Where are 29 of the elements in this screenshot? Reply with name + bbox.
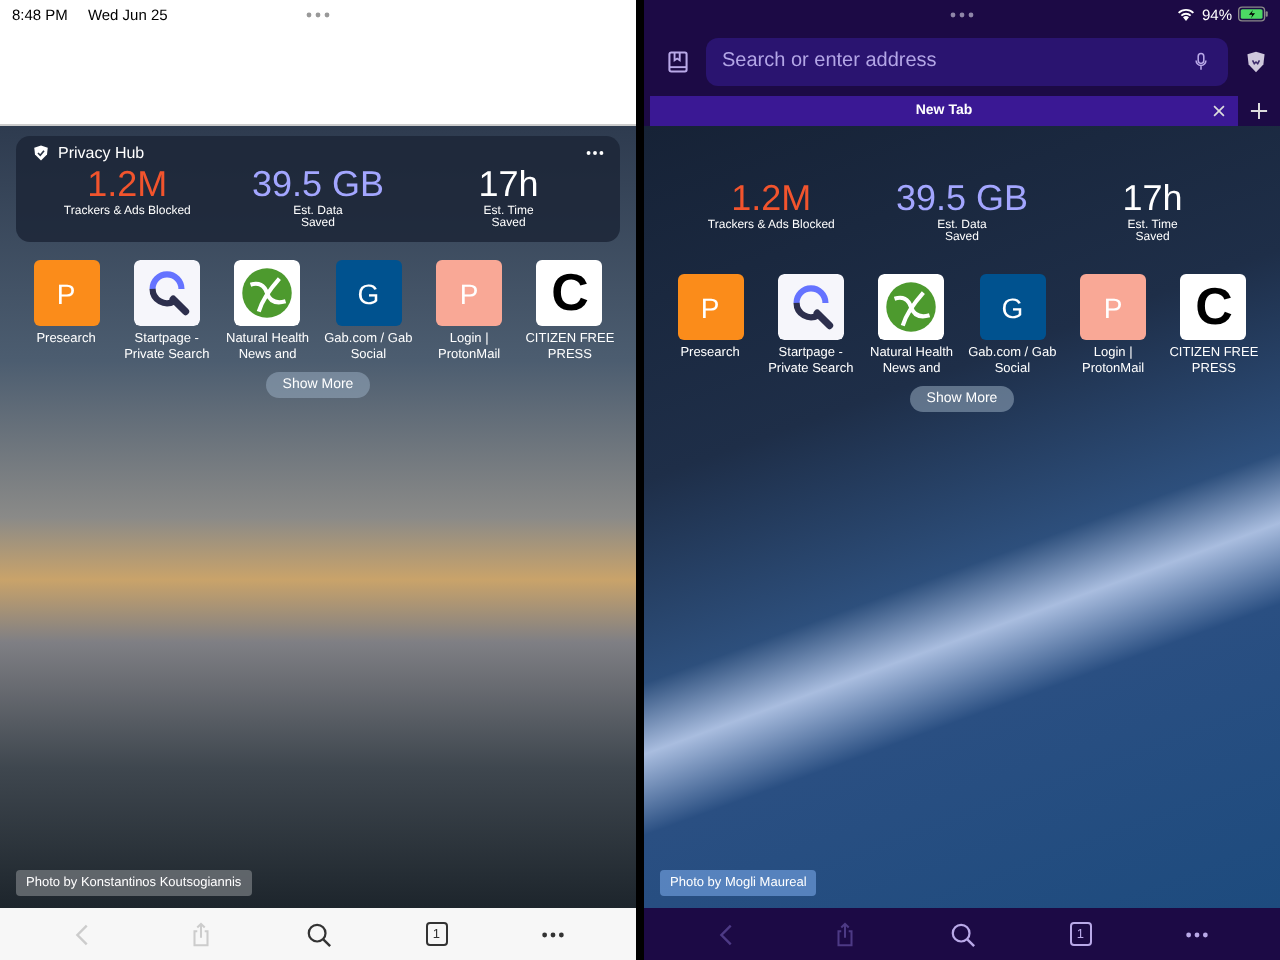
battery-icon — [1238, 6, 1268, 22]
privacy-hub-title: Privacy Hub — [58, 144, 147, 162]
magnifier-logo-icon[interactable] — [777, 274, 844, 340]
globe-logo-icon[interactable] — [234, 260, 301, 326]
stat-value: 1.2M — [87, 162, 168, 205]
bookmarks-icon[interactable] — [666, 49, 690, 73]
microphone-icon[interactable] — [1194, 51, 1208, 71]
search-icon[interactable] — [306, 921, 333, 947]
stat-value: 17h — [1122, 176, 1183, 219]
lion-shield-icon[interactable] — [1244, 49, 1268, 73]
stat-value: 17h — [478, 162, 539, 205]
favorite-tile[interactable]: G — [335, 260, 402, 326]
address-field[interactable]: Search or enter address — [706, 37, 1228, 85]
magnifier-logo-icon[interactable] — [133, 260, 200, 326]
multitask-handle-icon[interactable] — [306, 11, 330, 17]
favorite-tile[interactable]: G — [979, 274, 1046, 340]
stat-value: 39.5 GB — [895, 176, 1028, 219]
favorite-tile[interactable]: C — [536, 260, 603, 326]
stat-value: 1.2M — [731, 176, 812, 219]
new-tab-icon[interactable] — [1250, 102, 1268, 120]
wifi-icon — [1175, 6, 1196, 22]
multitask-handle-icon[interactable] — [950, 11, 974, 17]
globe-logo-icon[interactable] — [878, 274, 945, 340]
shield-check-icon — [32, 144, 50, 162]
stat-value: 39.5 GB — [251, 162, 384, 205]
more-icon[interactable] — [586, 150, 604, 156]
favorite-tile[interactable]: C — [1180, 274, 1247, 340]
close-icon[interactable] — [1212, 104, 1226, 118]
search-icon[interactable] — [950, 921, 977, 947]
